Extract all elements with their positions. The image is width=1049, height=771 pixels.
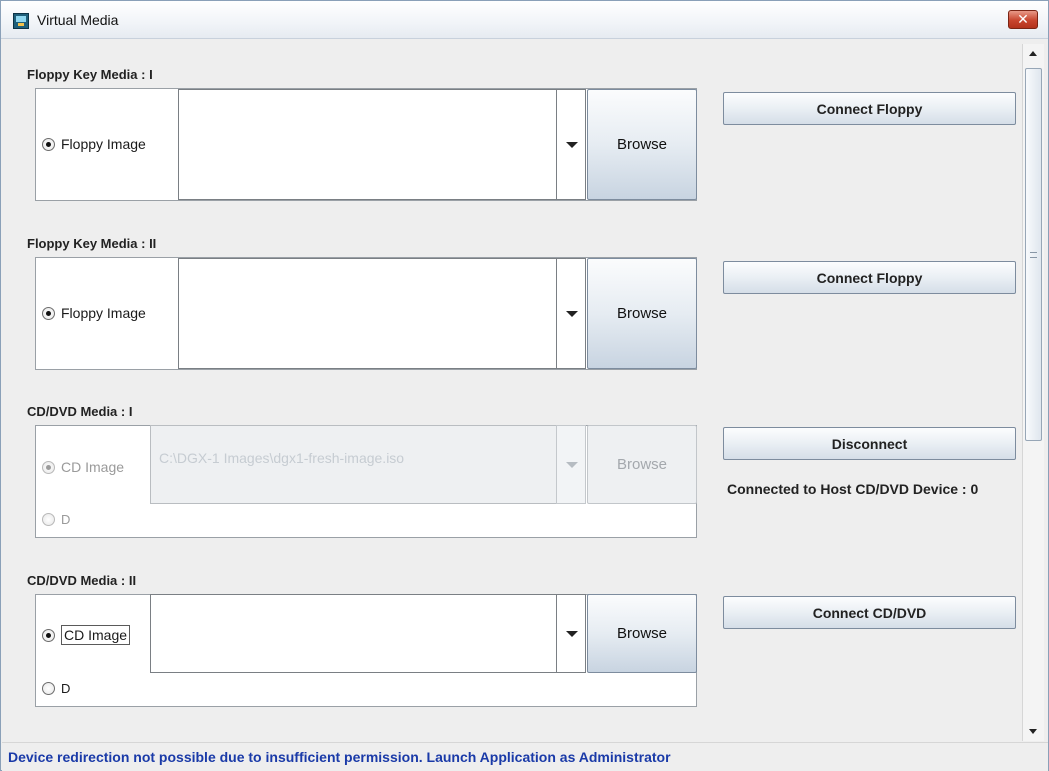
cd-1-image-radio[interactable] bbox=[42, 460, 55, 474]
cd-2-drive-radio-row[interactable]: D bbox=[42, 681, 70, 696]
floppy-2-connect-button[interactable]: Connect Floppy bbox=[723, 261, 1016, 294]
cd-2-drive-radio[interactable] bbox=[42, 682, 55, 695]
cd-1-panel: CD Image D C:\DGX-1 Images\dgx1-fresh-im… bbox=[35, 425, 697, 538]
floppy-2-image-radio-row[interactable]: Floppy Image bbox=[42, 305, 146, 321]
close-button[interactable]: ✕ bbox=[1008, 10, 1038, 29]
floppy-2-image-combo[interactable] bbox=[178, 258, 586, 369]
virtual-media-app-icon bbox=[13, 13, 29, 29]
cd-2-drive-label: D bbox=[61, 681, 71, 696]
floppy-1-connect-button[interactable]: Connect Floppy bbox=[723, 92, 1016, 125]
floppy-1-browse-button[interactable]: Browse bbox=[587, 89, 697, 200]
floppy-2-dropdown-arrow-icon[interactable] bbox=[556, 258, 586, 369]
cd-2-section-label: CD/DVD Media : II bbox=[27, 573, 137, 588]
cd-1-browse-button[interactable]: Browse bbox=[587, 425, 697, 504]
floppy-1-image-radio-row[interactable]: Floppy Image bbox=[42, 136, 146, 152]
scroll-down-arrow-icon[interactable] bbox=[1023, 721, 1044, 741]
cd-2-connect-button[interactable]: Connect CD/DVD bbox=[723, 596, 1016, 629]
floppy-2-browse-button[interactable]: Browse bbox=[587, 258, 697, 369]
floppy-2-panel: Floppy Image Browse bbox=[35, 257, 697, 370]
title-bar: Virtual Media ✕ bbox=[1, 1, 1048, 39]
cd-2-image-combo[interactable] bbox=[150, 594, 586, 673]
floppy-1-panel: Floppy Image Browse bbox=[35, 88, 697, 201]
cd-1-drive-label: D bbox=[61, 512, 71, 527]
cd-2-dropdown-arrow-icon[interactable] bbox=[556, 594, 586, 673]
floppy-1-image-radio[interactable] bbox=[42, 137, 55, 151]
floppy-1-image-combo[interactable] bbox=[178, 89, 586, 200]
floppy-2-image-label: Floppy Image bbox=[61, 305, 146, 321]
floppy-1-image-label: Floppy Image bbox=[61, 136, 146, 152]
window-title: Virtual Media bbox=[37, 12, 119, 28]
cd-1-dropdown-arrow-icon[interactable] bbox=[556, 425, 586, 504]
cd-1-drive-radio-row[interactable]: D bbox=[42, 512, 70, 527]
floppy-1-dropdown-arrow-icon[interactable] bbox=[556, 89, 586, 200]
cd-2-image-label: CD Image bbox=[61, 625, 131, 645]
cd-1-connection-status: Connected to Host CD/DVD Device : 0 bbox=[727, 481, 979, 497]
cd-1-disconnect-button[interactable]: Disconnect bbox=[723, 427, 1016, 460]
scroll-up-arrow-icon[interactable] bbox=[1023, 44, 1044, 64]
floppy-1-section-label: Floppy Key Media : I bbox=[27, 67, 153, 82]
cd-1-image-path: C:\DGX-1 Images\dgx1-fresh-image.iso bbox=[159, 450, 405, 466]
status-footer: Device redirection not possible due to i… bbox=[2, 742, 1048, 771]
cd-1-image-combo[interactable]: C:\DGX-1 Images\dgx1-fresh-image.iso bbox=[150, 425, 586, 504]
cd-1-image-label: CD Image bbox=[61, 459, 125, 475]
cd-1-image-radio-row[interactable]: CD Image bbox=[42, 459, 124, 475]
floppy-2-image-radio[interactable] bbox=[42, 306, 55, 320]
virtual-media-window: Virtual Media ✕ Floppy Key Media : I Flo… bbox=[0, 0, 1049, 771]
cd-2-image-radio[interactable] bbox=[42, 628, 55, 642]
permission-warning: Device redirection not possible due to i… bbox=[8, 749, 671, 765]
scroll-thumb[interactable] bbox=[1025, 68, 1042, 441]
cd-2-panel: CD Image D Browse bbox=[35, 594, 697, 707]
vertical-scrollbar[interactable] bbox=[1022, 44, 1044, 741]
cd-2-browse-button[interactable]: Browse bbox=[587, 594, 697, 673]
media-panel: Floppy Key Media : I Floppy Image Browse… bbox=[9, 44, 1017, 741]
floppy-2-section-label: Floppy Key Media : II bbox=[27, 236, 157, 251]
cd-2-image-radio-row[interactable]: CD Image bbox=[42, 625, 131, 645]
cd-1-section-label: CD/DVD Media : I bbox=[27, 404, 133, 419]
cd-1-drive-radio[interactable] bbox=[42, 513, 55, 526]
